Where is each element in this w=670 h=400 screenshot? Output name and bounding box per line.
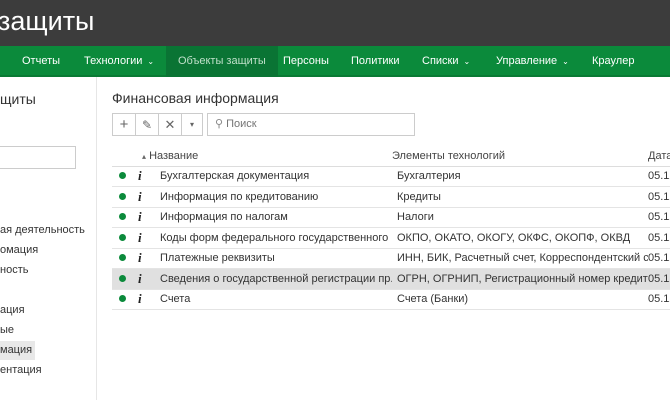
cell-elements: Бухгалтерия	[392, 166, 648, 187]
cell-elements: Кредиты	[392, 186, 648, 208]
nav-protected-objects[interactable]: Объекты защиты	[166, 46, 278, 77]
toolbar: + ✎ ✕ ▾	[112, 113, 203, 136]
cell-name: Сведения о государственной регистрации п…	[160, 268, 392, 290]
cell-name: Информация по налогам	[160, 207, 392, 228]
cell-name: Счета	[160, 289, 392, 310]
cell-date: 05.12	[648, 166, 670, 187]
sidebar-item-selected[interactable]: мация	[0, 341, 35, 360]
cell-elements: ОКПО, ОКАТО, ОКОГУ, ОКФС, ОКОПФ, ОКВД	[392, 227, 648, 249]
status-dot-icon	[119, 254, 126, 262]
objects-table: ▴ Название Элементы технологий Дата i Бу…	[112, 146, 670, 310]
sidebar: щиты ая деятельность омация ность ация ы…	[0, 77, 97, 400]
nav-label: Объекты защиты	[178, 55, 266, 67]
column-header-name[interactable]: ▴ Название	[142, 146, 392, 167]
chevron-down-icon: ⌄	[562, 57, 569, 66]
info-icon[interactable]: i	[138, 230, 142, 245]
app-header: защиты	[0, 0, 670, 46]
nav-label: Отчеты	[22, 55, 61, 67]
info-icon[interactable]: i	[138, 291, 142, 306]
cell-date: 05.12	[648, 207, 670, 228]
table-row[interactable]: i Информация по кредитованию Кредиты 05.…	[112, 186, 670, 208]
cell-name: Бухгалтерская документация	[160, 166, 392, 187]
search-box[interactable]: ⚲	[207, 113, 415, 136]
status-dot-icon	[119, 233, 126, 241]
sidebar-search-input[interactable]	[0, 146, 76, 169]
nav-label: Политики	[351, 55, 400, 67]
cell-elements: ОГРН, ОГРНИП, Регистрационный номер кред…	[392, 268, 648, 290]
chevron-down-icon: ⌄	[147, 57, 155, 66]
table-row[interactable]: i Платежные реквизиты ИНН, БИК, Расчетны…	[112, 248, 670, 269]
cell-elements: ИНН, БИК, Расчетный счет, Корреспондентс…	[392, 248, 648, 269]
sidebar-item[interactable]: ность	[0, 261, 32, 280]
table-row[interactable]: i Информация по налогам Налоги 05.12	[112, 207, 670, 228]
search-input[interactable]	[226, 118, 397, 130]
cell-name: Платежные реквизиты	[160, 248, 392, 269]
nav-reports[interactable]: Отчеты	[10, 46, 72, 77]
nav-lists[interactable]: Списки ⌄	[410, 46, 482, 77]
search-icon: ⚲	[215, 118, 224, 130]
nav-label: Краулер	[592, 55, 635, 67]
cell-date: 05.12	[648, 248, 670, 269]
info-icon[interactable]: i	[138, 271, 142, 286]
sidebar-item[interactable]: ация	[0, 301, 29, 320]
table-header: ▴ Название Элементы технологий Дата	[112, 146, 670, 167]
nav-persons[interactable]: Персоны	[271, 46, 341, 77]
sidebar-item[interactable]: ая деятельность	[0, 221, 89, 240]
cell-name: Информация по кредитованию	[160, 186, 392, 208]
nav-policies[interactable]: Политики	[339, 46, 412, 77]
table-row[interactable]: i Бухгалтерская документация Бухгалтерия…	[112, 166, 670, 187]
status-dot-icon	[119, 213, 126, 221]
app-title: защиты	[0, 6, 95, 36]
column-header-date[interactable]: Дата	[648, 146, 670, 167]
delete-button[interactable]: ✕	[158, 113, 182, 136]
table-row[interactable]: i Счета Счета (Банки) 05.12	[112, 289, 670, 310]
cell-date: 05.12	[648, 289, 670, 310]
table-row[interactable]: i Сведения о государственной регистрации…	[112, 268, 670, 290]
add-button[interactable]: +	[112, 113, 136, 136]
info-icon[interactable]: i	[138, 209, 142, 224]
page-title: Финансовая информация	[112, 90, 279, 106]
cell-date: 05.12	[648, 186, 670, 208]
nav-management[interactable]: Управление ⌄	[484, 46, 581, 77]
cell-date: 05.12	[648, 227, 670, 249]
status-dot-icon	[119, 172, 126, 180]
info-icon[interactable]: i	[138, 168, 142, 183]
nav-label: Технологии	[84, 55, 143, 67]
status-dot-icon	[119, 192, 126, 200]
edit-button[interactable]: ✎	[135, 113, 159, 136]
more-dropdown-button[interactable]: ▾	[181, 113, 203, 136]
cell-elements: Счета (Банки)	[392, 289, 648, 310]
cell-elements: Налоги	[392, 207, 648, 228]
nav-label: Персоны	[283, 55, 329, 67]
info-icon[interactable]: i	[138, 250, 142, 265]
sidebar-item[interactable]: ые	[0, 321, 18, 340]
nav-label: Управление	[496, 55, 558, 67]
cell-name: Коды форм федерального государственного …	[160, 227, 392, 249]
nav-label: Списки	[422, 55, 459, 67]
cell-date: 05.12	[648, 268, 670, 290]
status-dot-icon	[119, 274, 126, 282]
sort-asc-icon: ▴	[142, 151, 147, 161]
sidebar-item[interactable]: омация	[0, 241, 42, 260]
nav-crawler[interactable]: Краулер	[580, 46, 646, 77]
info-icon[interactable]: i	[138, 189, 142, 204]
chevron-down-icon: ⌄	[463, 57, 471, 66]
main-nav: Отчеты Технологии ⌄ Объекты защиты Персон…	[0, 46, 670, 77]
table-row[interactable]: i Коды форм федерального государственног…	[112, 227, 670, 249]
status-dot-icon	[119, 295, 126, 303]
column-header-elements[interactable]: Элементы технологий	[392, 146, 648, 167]
nav-technologies[interactable]: Технологии ⌄	[72, 46, 166, 77]
sidebar-item[interactable]: ентация	[0, 361, 46, 380]
sidebar-title: щиты	[0, 91, 36, 107]
column-label: Название	[149, 149, 199, 162]
